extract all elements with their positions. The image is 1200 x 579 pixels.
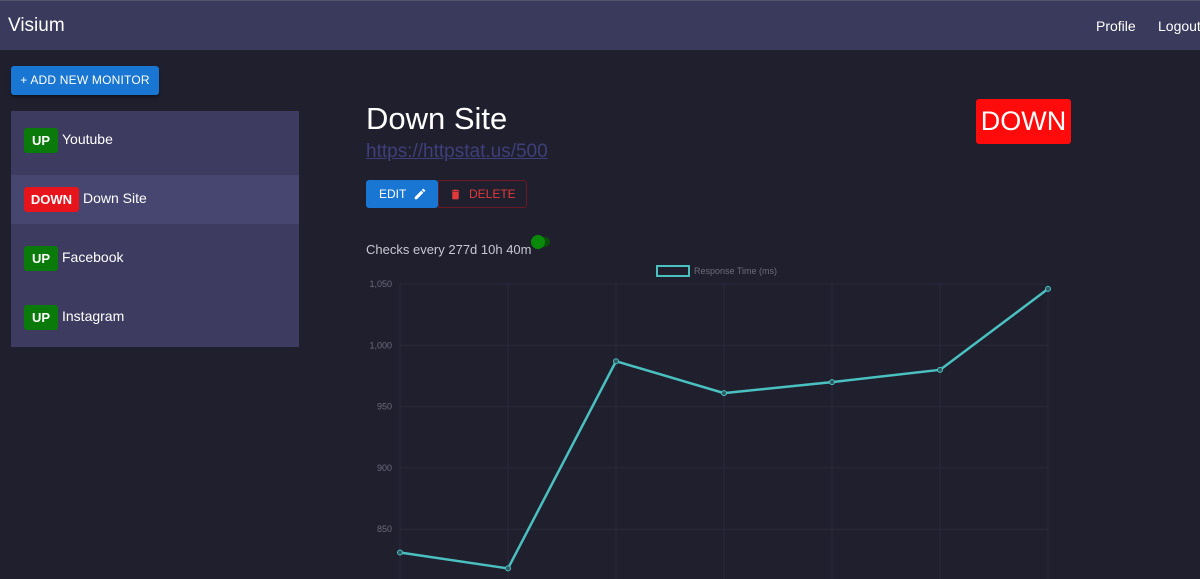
monitor-name: Instagram [62, 308, 125, 324]
monitor-name: Down Site [83, 190, 147, 206]
legend-label: Response Time (ms) [694, 266, 777, 276]
top-navbar: Visium Profile Logout [0, 0, 1200, 50]
chart-grid [399, 283, 1049, 579]
data-point[interactable] [1045, 285, 1051, 292]
data-point[interactable] [397, 549, 403, 556]
trash-icon [451, 189, 460, 200]
status-badge: DOWN [24, 187, 79, 212]
y-tick-label: 950 [377, 402, 392, 412]
status-badge: UP [24, 128, 58, 153]
monitor-status-badge: DOWN [976, 99, 1071, 144]
logout-link[interactable]: Logout [1158, 18, 1200, 34]
y-tick-label: 1,050 [369, 279, 392, 289]
monitor-item-youtube[interactable]: UP Youtube [11, 116, 299, 165]
page-title: Down Site [366, 101, 508, 136]
toggle-knob [531, 235, 545, 249]
data-point[interactable] [937, 366, 943, 373]
add-monitor-button[interactable]: + ADD NEW MONITOR [11, 66, 159, 95]
monitor-list: UP Youtube DOWN Down Site UP Facebook UP… [11, 111, 299, 347]
y-tick-label: 1,000 [369, 340, 392, 350]
app-brand[interactable]: Visium [8, 15, 65, 37]
monitor-item-down-site[interactable]: DOWN Down Site [11, 175, 299, 224]
data-point[interactable] [613, 358, 619, 365]
status-badge: UP [24, 246, 58, 271]
monitor-url-link[interactable]: https://httpstat.us/500 [366, 141, 548, 163]
y-tick-label: 850 [377, 524, 392, 534]
monitor-item-facebook[interactable]: UP Facebook [11, 234, 299, 283]
monitor-item-instagram[interactable]: UP Instagram [11, 293, 299, 342]
chart-y-ticks: 1,050 1,000 950 900 850 [369, 279, 392, 534]
pencil-icon [414, 188, 426, 200]
status-badge: UP [24, 305, 58, 330]
y-tick-label: 900 [377, 463, 392, 473]
edit-button-label: EDIT [379, 187, 407, 201]
monitor-active-toggle[interactable] [531, 235, 551, 249]
legend-swatch [656, 265, 690, 277]
check-interval-text: Checks every 277d 10h 40m [366, 242, 532, 257]
chart-legend: Response Time (ms) [656, 265, 777, 277]
monitor-name: Facebook [62, 249, 124, 265]
edit-button[interactable]: EDIT [366, 180, 438, 208]
delete-button-label: DELETE [469, 187, 516, 201]
data-point[interactable] [505, 565, 511, 572]
data-point[interactable] [721, 390, 727, 397]
delete-button[interactable]: DELETE [438, 180, 527, 208]
response-time-chart: 1,050 1,000 950 900 850 Response Time (ms) [369, 265, 1051, 579]
monitor-name: Youtube [62, 131, 113, 147]
data-point[interactable] [829, 379, 835, 386]
profile-link[interactable]: Profile [1096, 18, 1136, 34]
